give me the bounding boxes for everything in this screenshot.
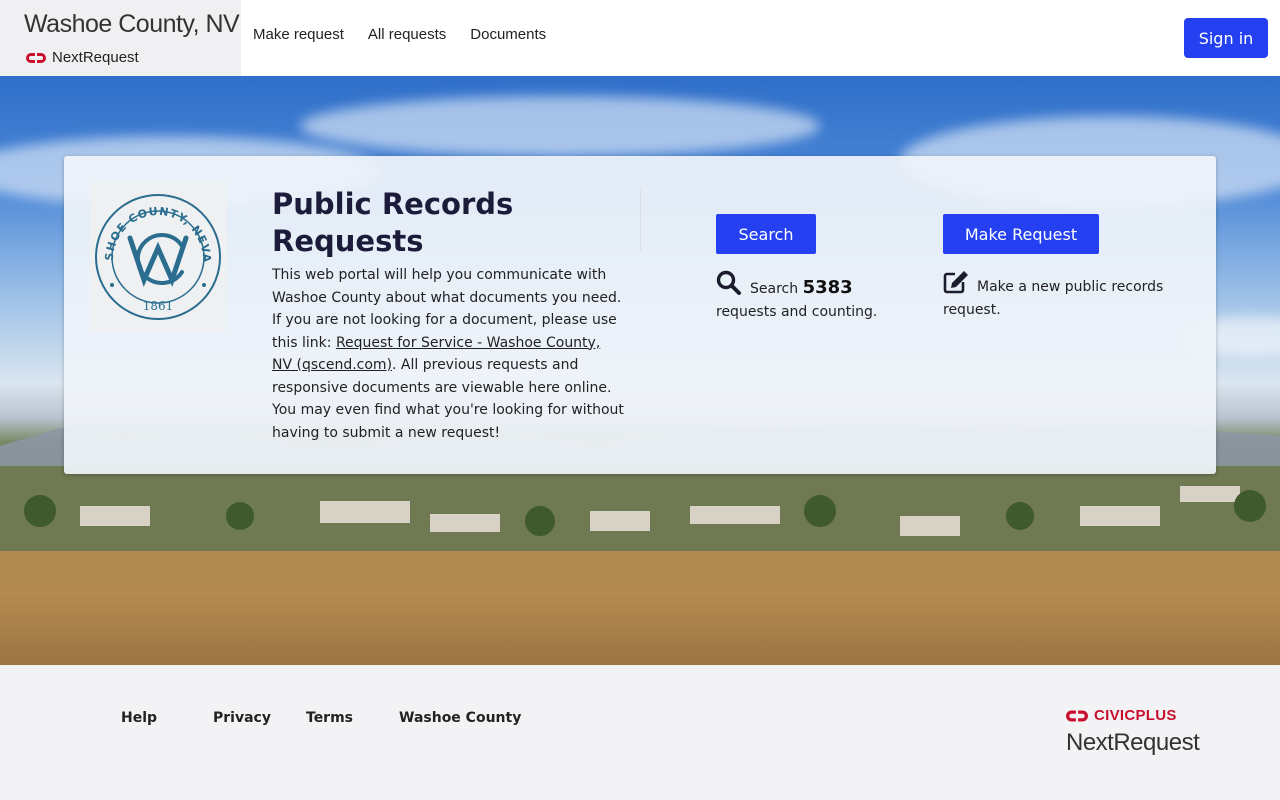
edit-icon — [943, 271, 968, 294]
seal-top-text: WASHOE COUNTY, NEVADA — [84, 172, 212, 263]
search-icon — [716, 270, 741, 295]
search-suffix: requests and counting. — [716, 303, 878, 320]
main-nav: Make request All requests Documents — [253, 26, 570, 43]
civicplus-label: CIVICPLUS — [1094, 707, 1177, 724]
intro-text: This web portal will help you communicat… — [272, 264, 624, 444]
svg-text:WASHOE COUNTY, NEVADA: WASHOE COUNTY, NEVADA — [90, 182, 213, 263]
nextrequest-brand: NextRequest — [26, 49, 139, 66]
civicplus-logo-icon — [26, 52, 46, 63]
request-count: 5383 — [802, 277, 853, 298]
search-info: Search 5383 requests and counting. — [716, 270, 916, 323]
sign-in-button[interactable]: Sign in — [1184, 18, 1268, 58]
county-seal: WASHOE COUNTY, NEVADA 1861 — [84, 172, 226, 332]
washoe-seal-icon: WASHOE COUNTY, NEVADA 1861 — [84, 172, 221, 320]
seal-year: 1861 — [143, 299, 174, 313]
nextrequest-footer-logo: NextRequest — [1066, 729, 1200, 756]
footer-link-terms[interactable]: Terms — [306, 710, 353, 726]
nav-all-requests[interactable]: All requests — [368, 26, 446, 43]
make-request-button[interactable]: Make Request — [943, 214, 1099, 254]
records-card: WASHOE COUNTY, NEVADA 1861 Public Record… — [64, 156, 1216, 474]
make-request-text: Make a new public records request. — [943, 279, 1164, 318]
brand-name: NextRequest — [52, 49, 139, 66]
hero-banner: WASHOE COUNTY, NEVADA 1861 Public Record… — [0, 76, 1280, 665]
brand-block[interactable]: Washoe County, NV NextRequest — [0, 0, 241, 76]
civicplus-logo-icon — [1066, 710, 1088, 721]
footer-link-help[interactable]: Help — [121, 710, 157, 726]
make-request-info: Make a new public records request. — [943, 270, 1173, 321]
cloud-shape — [300, 96, 820, 156]
search-prefix: Search — [750, 281, 799, 297]
page-title: Public Records Requests — [272, 187, 514, 258]
footer-link-privacy[interactable]: Privacy — [213, 710, 271, 726]
site-title[interactable]: Washoe County, NV — [24, 10, 240, 39]
search-button[interactable]: Search — [716, 214, 816, 254]
page-footer: Help Privacy Terms Washoe County CIVICPL… — [0, 665, 1280, 800]
town-illustration — [0, 466, 1280, 576]
top-header: Washoe County, NV NextRequest Make reque… — [0, 0, 1280, 76]
card-divider — [640, 190, 641, 250]
footer-link-washoe-county[interactable]: Washoe County — [399, 710, 521, 726]
civicplus-brand: CIVICPLUS — [1066, 707, 1177, 724]
nav-documents[interactable]: Documents — [470, 26, 546, 43]
nav-make-request[interactable]: Make request — [253, 26, 344, 43]
